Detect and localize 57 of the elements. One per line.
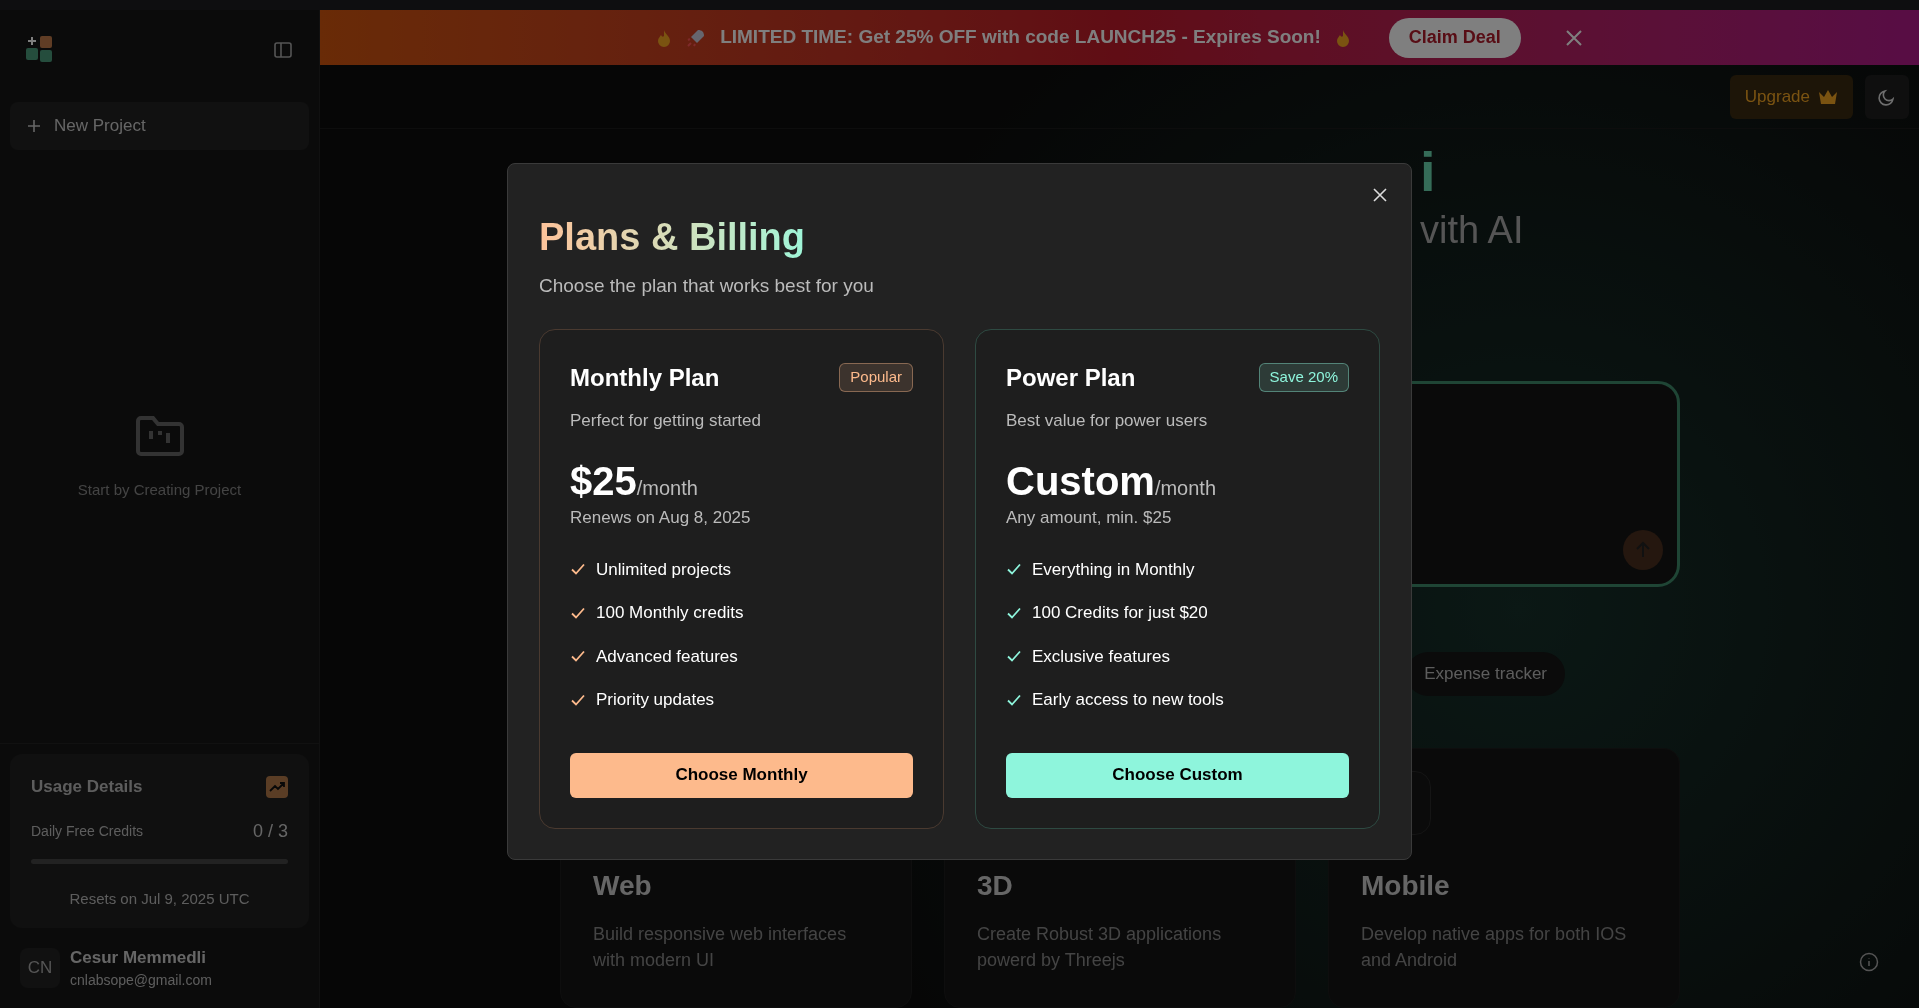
plan-feature: 100 Credits for just $20 (1032, 602, 1208, 624)
reset-date-text: Resets on Jul 9, 2025 UTC (68, 888, 251, 909)
logo-icon (26, 36, 54, 64)
category-card[interactable]: Mobile Develop native apps for both IOS and Android (1328, 748, 1680, 1008)
user-avatar: CN (20, 948, 60, 988)
choose-plan-button[interactable]: Choose Monthly (570, 752, 913, 798)
category-title: Web (593, 869, 653, 903)
plan-badge: Popular (839, 363, 913, 392)
credits-label: Daily Free Credits (31, 821, 144, 841)
plan-feature: Advanced features (596, 645, 738, 668)
category-description: Build responsive web interfaces with modern UI (593, 923, 848, 972)
upgrade-button[interactable]: Upgrade (1729, 74, 1853, 119)
plus-icon (26, 118, 42, 134)
plan-feature: Early access to new tools (1032, 689, 1224, 711)
moon-icon (1878, 87, 1896, 106)
flame-icon (1334, 28, 1351, 47)
hero-title: i (1420, 139, 1436, 205)
price-period: /month (1154, 477, 1217, 501)
usage-title: Usage Details (31, 776, 143, 798)
category-description: Create Robust 3D applications powerd by Threejs (977, 923, 1223, 972)
rocket-icon (686, 27, 707, 48)
plan-feature: Exclusive features (1032, 645, 1170, 668)
crown-icon (1818, 88, 1838, 105)
promo-text: LIMITED TIME: Get 25% OFF with code LAUNCH25 - Expires Soon! (720, 25, 1321, 50)
choose-plan-button[interactable]: Choose Custom (1006, 752, 1349, 798)
close-icon[interactable] (1373, 188, 1387, 202)
info-icon[interactable] (1859, 952, 1879, 972)
category-title: 3D (977, 869, 1014, 903)
folder-icon (134, 415, 185, 457)
plan-note: Renews on Aug 8, 2025 (570, 507, 752, 529)
plan-name: Power Plan (1006, 362, 1136, 393)
modal-subtitle: Choose the plan that works best for you (539, 274, 875, 298)
plan-feature: Everything in Monthly (1032, 558, 1195, 581)
new-project-button[interactable]: New Project (10, 102, 309, 150)
plan-note: Any amount, min. $25 (1006, 507, 1173, 529)
hero-subtitle: vith AI (1420, 208, 1524, 253)
plan-badge: Save 20% (1258, 363, 1349, 392)
user-email: cnlabsope@gmail.com (70, 971, 212, 991)
plan-price: $25 (570, 459, 637, 503)
empty-state-text: Start by Creating Project (77, 480, 242, 500)
sidebar-toggle-icon[interactable] (273, 40, 293, 60)
category-title: Mobile (1361, 869, 1451, 903)
plan-feature: Priority updates (596, 689, 715, 711)
category-description: Develop native apps for both IOS and Android (1361, 923, 1628, 972)
theme-toggle-button[interactable] (1865, 74, 1909, 119)
plan-price: Custom (1006, 459, 1155, 503)
credits-value: 0 / 3 (252, 819, 288, 843)
plan-description: Best value for power users (1006, 409, 1209, 432)
plan-feature: Unlimited projects (596, 558, 732, 581)
price-period: /month (636, 477, 698, 501)
plan-description: Perfect for getting started (570, 409, 762, 432)
plan-feature: 100 Monthly credits (596, 602, 744, 624)
flame-icon (656, 28, 673, 47)
plan-name: Monthly Plan (570, 362, 720, 393)
user-name: Cesur Memmedli (70, 946, 208, 969)
claim-deal-button[interactable]: Claim Deal (1388, 17, 1521, 58)
trending-up-icon (266, 775, 288, 798)
